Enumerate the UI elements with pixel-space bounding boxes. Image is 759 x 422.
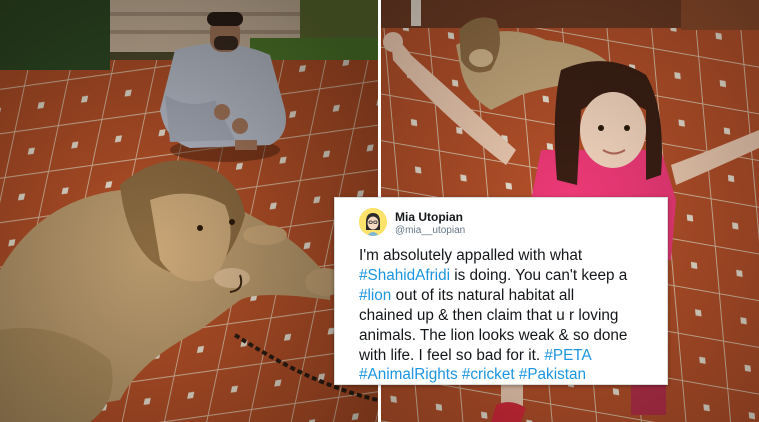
hashtag-link[interactable]: #ShahidAfridi [359, 267, 450, 284]
hashtag-link[interactable]: #PETA [544, 347, 591, 364]
tweet-text-segment: animals. The lion looks weak & so done [359, 326, 628, 344]
tweet-text-segment: chained up & then claim that u r loving [359, 306, 619, 324]
tweet-text-line: with life. I feel so bad for it. #PETA [359, 346, 661, 366]
tweet-text-segment: out of its natural habitat all [391, 286, 575, 304]
tweet-author-handle[interactable]: @mia__utopian [395, 225, 465, 236]
photo-man-with-lion [0, 0, 378, 422]
tweet-text-segment: is doing. You can't keep a [450, 266, 628, 284]
hashtag-link[interactable]: #Pakistan [519, 366, 586, 383]
tweet-text-segment: I'm absolutely appalled with what [359, 247, 583, 264]
tweet-text-line: I'm absolutely appalled with what [359, 246, 661, 266]
tweet-text-line: #ShahidAfridi is doing. You can't keep a [359, 266, 661, 286]
tweet-text: I'm absolutely appalled with what #Shahid… [359, 246, 661, 385]
tweet-text-line: #AnimalRights #cricket #Pakistan [359, 365, 661, 385]
tweet-text-segment: with life. I feel so bad for it. [359, 346, 545, 364]
tweet-card: Mia Utopian @mia__utopian I'm absolutely… [334, 197, 668, 385]
hashtag-link[interactable]: #AnimalRights [359, 366, 458, 383]
tweet-text-line: #lion out of its natural habitat all [359, 286, 661, 306]
hashtag-link[interactable]: #cricket [462, 366, 515, 383]
hashtag-link[interactable]: #lion [359, 287, 391, 304]
avatar-illustration-icon [359, 208, 387, 236]
tweet-author-name[interactable]: Mia Utopian [395, 210, 463, 224]
tweet-text-line: animals. The lion looks weak & so done [359, 326, 661, 346]
tweet-text-line: chained up & then claim that u r loving [359, 306, 661, 326]
avatar[interactable] [359, 208, 387, 236]
image-collage: Mia Utopian @mia__utopian I'm absolutely… [0, 0, 759, 422]
